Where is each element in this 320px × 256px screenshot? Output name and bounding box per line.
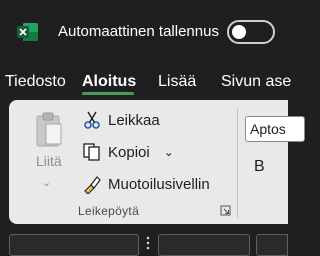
scissors-icon (84, 111, 100, 129)
clipboard-group-label: Leikepöytä (78, 204, 140, 218)
tab-lisaa[interactable]: Lisää (158, 72, 196, 92)
format-painter-button[interactable]: Muotoilusivellin (82, 173, 210, 195)
format-painter-label: Muotoilusivellin (108, 175, 210, 193)
formula-controls[interactable] (158, 234, 250, 256)
chevron-down-icon[interactable]: ⌄ (164, 145, 174, 159)
tab-aloitus[interactable]: Aloitus (82, 72, 136, 92)
copy-label: Kopioi (108, 143, 150, 161)
font-name-field[interactable]: Aptos (245, 116, 305, 142)
paintbrush-icon (84, 176, 101, 194)
copy-icon (83, 143, 100, 161)
tab-tiedosto[interactable]: Tiedosto (5, 72, 66, 92)
formula-input[interactable] (256, 234, 288, 256)
title-bar: Automaattinen tallennus (0, 0, 288, 62)
cut-button[interactable]: Leikkaa (82, 109, 160, 131)
group-divider (237, 108, 238, 218)
chevron-down-icon[interactable]: ⌄ (42, 176, 51, 189)
toggle-knob (232, 25, 246, 39)
name-box[interactable] (9, 234, 139, 256)
autosave-label: Automaattinen tallennus (58, 23, 219, 40)
bold-button[interactable]: B (254, 158, 265, 176)
tab-sivun-asettelu[interactable]: Sivun ase (221, 72, 291, 92)
more-options-icon[interactable] (146, 236, 150, 250)
copy-button[interactable]: Kopioi ⌄ (82, 141, 174, 163)
dialog-launcher-icon[interactable] (220, 205, 231, 216)
autosave-toggle[interactable] (227, 20, 275, 44)
formula-bar (0, 226, 288, 256)
active-tab-indicator (82, 92, 134, 95)
clipboard-icon[interactable] (34, 110, 64, 150)
ribbon-tabs: Tiedosto Aloitus Lisää Sivun ase (0, 62, 291, 98)
ribbon-panel: Liitä ⌄ Leikkaa Kopioi ⌄ Muotoilusivelli… (9, 100, 305, 224)
paste-button[interactable]: Liitä (36, 153, 62, 169)
cut-label: Leikkaa (108, 111, 160, 129)
excel-icon (17, 23, 38, 41)
